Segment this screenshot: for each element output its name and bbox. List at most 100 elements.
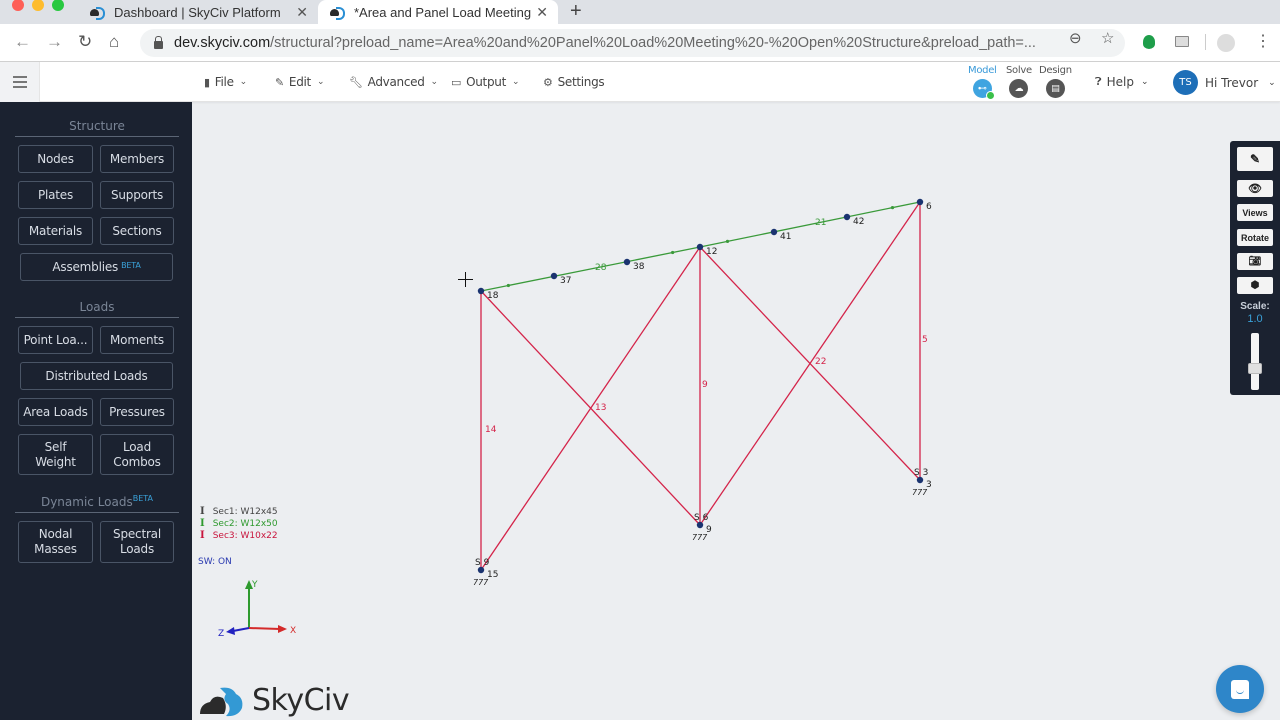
menu-output[interactable]: ▭ Output ⌄ — [451, 62, 520, 102]
screenshot-button[interactable]: 📷︎ — [1237, 253, 1273, 270]
pencil-icon: ✎ — [275, 75, 284, 89]
document-icon: ▤ — [1045, 79, 1065, 98]
node-15[interactable] — [477, 566, 485, 574]
node-37[interactable] — [550, 272, 558, 280]
close-tab-icon[interactable]: ✕ — [296, 4, 308, 21]
close-window-button[interactable] — [12, 0, 24, 11]
legend-item: I Sec1: W12x45 — [200, 506, 278, 518]
node-label: 15 — [487, 570, 498, 580]
node-9[interactable] — [696, 521, 704, 529]
node-12[interactable] — [696, 243, 704, 251]
area-loads-button[interactable]: Area Loads — [18, 398, 93, 426]
node-38[interactable] — [623, 258, 631, 266]
address-bar: ← → ↻ ⌂ dev.skyciv.com/structural?preloa… — [0, 24, 1280, 62]
distributed-loads-button[interactable]: Distributed Loads — [20, 362, 173, 390]
new-tab-button[interactable]: + — [570, 0, 582, 22]
profile-icon[interactable] — [1217, 34, 1235, 52]
maximize-window-button[interactable] — [52, 0, 64, 11]
member-brace[interactable] — [699, 246, 921, 481]
support-label: S 9 — [475, 558, 490, 568]
member-22[interactable] — [699, 201, 921, 526]
mode-design[interactable]: Design ▤ — [1039, 65, 1072, 98]
mode-model[interactable]: Model ⊷ — [968, 65, 997, 100]
wrench-icon: 🔧︎ — [349, 75, 363, 89]
hamburger-menu-icon[interactable] — [0, 62, 40, 102]
toolbar-divider — [1205, 34, 1206, 50]
node-42[interactable] — [843, 213, 851, 221]
tab-title: *Area and Panel Load Meeting — [354, 4, 532, 20]
fixed-support-icon: 777 — [912, 488, 928, 497]
back-icon[interactable]: ← — [14, 32, 31, 52]
dynamic-loads-label: Dynamic Loads — [40, 495, 133, 509]
node-41[interactable] — [770, 228, 778, 236]
url-host: dev.skyciv.com — [174, 35, 271, 51]
self-weight-button[interactable]: Self Weight — [18, 434, 93, 475]
member-13[interactable] — [480, 246, 701, 571]
scale-slider[interactable] — [1248, 333, 1262, 390]
menu-advanced[interactable]: 🔧︎ Advanced ⌄ — [349, 62, 438, 102]
skyciv-favicon-icon — [330, 7, 345, 20]
load-combos-button[interactable]: Load Combos — [100, 434, 174, 475]
menu-file[interactable]: ▮ File ⌄ — [204, 62, 247, 102]
materials-button[interactable]: Materials — [18, 217, 93, 245]
url-input[interactable]: dev.skyciv.com/structural?preload_name=A… — [140, 29, 1125, 57]
nodes-button[interactable]: Nodes — [18, 145, 93, 173]
member-21[interactable] — [699, 201, 921, 248]
member-28[interactable] — [480, 246, 701, 292]
skyciv-favicon-icon — [90, 7, 105, 20]
help-menu[interactable]: ❓︎ Help ⌄ — [1095, 62, 1149, 102]
node-6[interactable] — [916, 198, 924, 206]
chat-icon — [1231, 679, 1249, 699]
sections-button[interactable]: Sections — [100, 217, 174, 245]
skyciv-logo-icon — [200, 687, 243, 716]
menu-label: Settings — [557, 75, 605, 89]
chat-support-button[interactable] — [1216, 665, 1264, 713]
menu-edit[interactable]: ✎ Edit ⌄ — [275, 62, 325, 102]
tab-area-panel-load[interactable]: *Area and Panel Load Meeting ✕ — [318, 0, 558, 24]
scale-slider-thumb[interactable] — [1248, 362, 1262, 374]
member-segment-dot[interactable] — [671, 250, 675, 255]
bookmark-star-icon[interactable]: ☆ — [1101, 29, 1114, 47]
forward-icon[interactable]: → — [46, 32, 63, 52]
member-segment-dot[interactable] — [506, 283, 510, 288]
z-axis-label: Z — [218, 629, 224, 639]
assemblies-button[interactable]: Assemblies BETA — [20, 253, 173, 281]
cast-icon[interactable] — [1175, 36, 1189, 47]
model-viewport[interactable]: 28 21 14 9 5 13 22 18 37 38 12 41 42 6 15 9 3 S 9 777 S 6 77… — [0, 0, 1280, 720]
user-menu[interactable]: TS Hi Trevor ⌄ — [1173, 70, 1276, 95]
extension-icon[interactable] — [1143, 35, 1155, 49]
members-button[interactable]: Members — [100, 145, 174, 173]
tab-dashboard[interactable]: Dashboard | SkyCiv Platform ✕ — [78, 0, 318, 24]
member-segment-dot[interactable] — [725, 239, 730, 243]
point-loads-button[interactable]: Point Loa... — [18, 326, 93, 354]
model-icon: ⊷ — [972, 79, 995, 100]
spectral-loads-button[interactable]: Spectral Loads — [100, 521, 174, 563]
member-brace[interactable] — [480, 290, 701, 526]
views-button[interactable]: Views — [1237, 204, 1273, 221]
home-icon[interactable]: ⌂ — [109, 32, 119, 52]
support-label: S 6 — [694, 513, 709, 523]
visibility-button[interactable]: 👁︎ — [1237, 180, 1273, 197]
3d-view-button[interactable]: ⬢ — [1237, 277, 1273, 294]
plates-button[interactable]: Plates — [18, 181, 93, 209]
member-label: 14 — [485, 425, 497, 435]
browser-menu-icon[interactable]: ⋮ — [1255, 31, 1271, 51]
close-tab-icon[interactable]: ✕ — [536, 4, 548, 21]
node-18[interactable] — [477, 287, 485, 295]
rotate-button[interactable]: Rotate — [1237, 229, 1273, 246]
pressures-button[interactable]: Pressures — [100, 398, 174, 426]
reload-icon[interactable]: ↻ — [78, 32, 92, 52]
menu-label: Edit — [288, 75, 311, 89]
minimize-window-button[interactable] — [32, 0, 44, 11]
member-segment-dot[interactable] — [890, 206, 895, 210]
edit-pencil-button[interactable]: ✎ — [1237, 147, 1273, 171]
moments-button[interactable]: Moments — [100, 326, 174, 354]
supports-button[interactable]: Supports — [100, 181, 174, 209]
camera-icon: 📷︎ — [1248, 256, 1262, 267]
menu-settings[interactable]: ⚙ Settings — [543, 62, 605, 102]
node-3[interactable] — [916, 476, 924, 484]
nodal-masses-button[interactable]: Nodal Masses — [18, 521, 93, 563]
chevron-down-icon: ⌄ — [239, 77, 248, 87]
zoom-out-icon[interactable]: ⊖ — [1069, 29, 1082, 47]
mode-solve[interactable]: Solve ☁ — [1006, 65, 1032, 98]
